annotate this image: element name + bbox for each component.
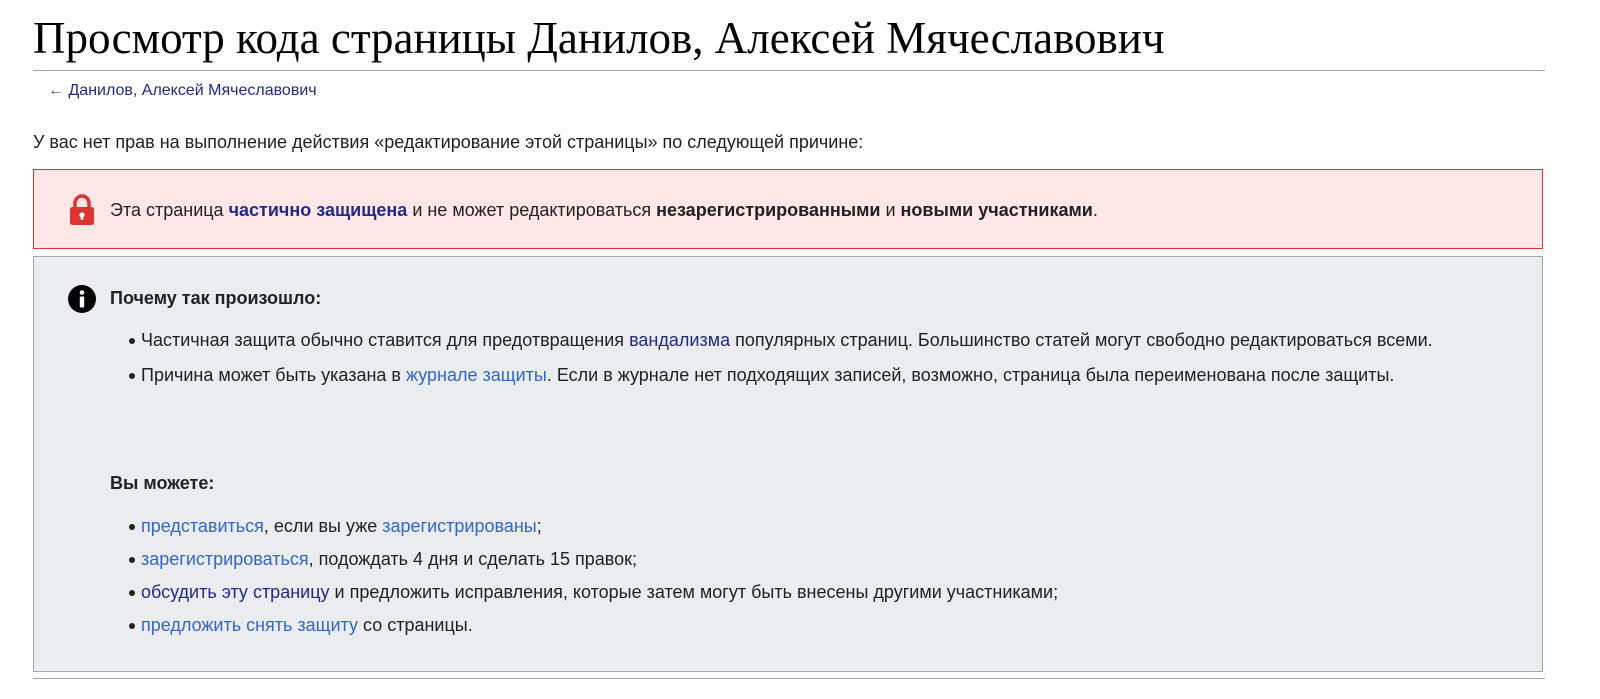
why-list: Частичная защита обычно ставится для пре…: [127, 324, 1487, 394]
lock-icon: [70, 194, 94, 225]
protection-text: Эта страница частично защищена и не може…: [110, 200, 1098, 220]
why-heading: Почему так произошло:: [110, 288, 322, 308]
discuss-page-link[interactable]: обсудить эту страницу: [141, 582, 330, 602]
why-item-vandalism: Частичная защита обычно ставится для пре…: [127, 324, 1487, 357]
why-item-protection-log: Причина может быть указана в журнале защ…: [127, 359, 1487, 392]
can-heading: Вы можете:: [110, 473, 215, 493]
can-item-discuss: обсудить эту страницу и предложить испра…: [127, 576, 1487, 609]
permission-reason: У вас нет прав на выполнение действия «р…: [33, 132, 864, 152]
backlink-link[interactable]: Данилов, Алексей Мячеславович: [68, 82, 316, 99]
info-box: Почему так произошло: Частичная защита о…: [33, 256, 1543, 672]
can-item-request-unprotect: предложить снять защиту со страницы.: [127, 609, 1487, 642]
protection-log-link[interactable]: журнале защиты: [406, 365, 547, 385]
register-link[interactable]: зарегистрироваться: [141, 549, 309, 569]
bottom-divider: [33, 678, 1545, 679]
partially-protected-link[interactable]: частично защищена: [229, 200, 408, 220]
new-users-label: новыми участниками: [900, 200, 1093, 220]
back-arrow-icon: ←: [48, 82, 64, 99]
can-list: представиться, если вы уже зарегистриров…: [127, 510, 1487, 642]
request-unprotect-link[interactable]: предложить снять защиту: [141, 615, 358, 635]
vandalism-link[interactable]: вандализма: [629, 330, 730, 350]
info-icon: [68, 285, 96, 313]
registered-link[interactable]: зарегистрированы: [382, 516, 537, 536]
backlink: ← Данилов, Алексей Мячеславович: [48, 81, 317, 101]
protection-notice: Эта страница частично защищена и не може…: [33, 169, 1543, 249]
login-link[interactable]: представиться: [141, 516, 264, 536]
can-item-login: представиться, если вы уже зарегистриров…: [127, 510, 1487, 543]
unregistered-users-label: незарегистрированными: [656, 200, 881, 220]
can-item-register: зарегистрироваться, подождать 4 дня и сд…: [127, 543, 1487, 576]
page-title: Просмотр кода страницы Данилов, Алексей …: [33, 12, 1545, 71]
